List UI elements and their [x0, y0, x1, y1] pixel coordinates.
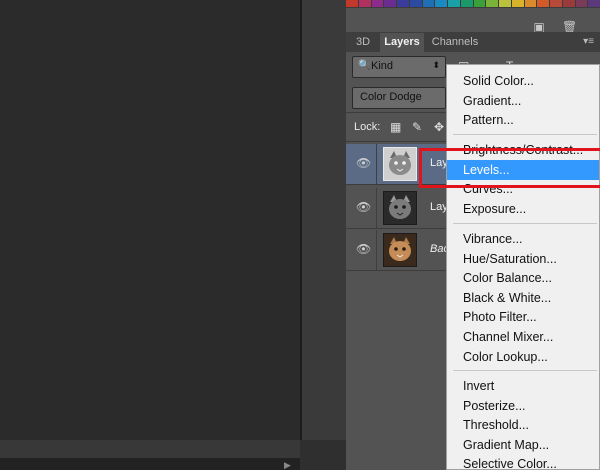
- cat-thumbnail-icon: [384, 148, 416, 180]
- divider: [376, 188, 377, 228]
- color-swatch[interactable]: [358, 0, 371, 7]
- color-swatch[interactable]: [422, 0, 435, 7]
- menu-item-black-white[interactable]: Black & White...: [447, 288, 599, 308]
- menu-item-channel-mixer[interactable]: Channel Mixer...: [447, 327, 599, 347]
- layer-filter-select[interactable]: 🔍 Kind ⬍: [352, 56, 446, 78]
- color-swatch[interactable]: [588, 0, 600, 7]
- menu-item-photo-filter[interactable]: Photo Filter...: [447, 307, 599, 327]
- layer-thumbnail[interactable]: [383, 233, 417, 267]
- color-swatch[interactable]: [346, 0, 358, 7]
- menu-item-invert[interactable]: Invert: [447, 376, 599, 396]
- swatches-toolbar: ▣ 🗑: [346, 8, 600, 34]
- color-swatch[interactable]: [550, 0, 562, 7]
- document-canvas[interactable]: [0, 0, 300, 470]
- lock-transparent-icon[interactable]: ▦: [390, 120, 401, 134]
- tab-3d[interactable]: 3D: [350, 33, 376, 52]
- menu-item-color-lookup[interactable]: Color Lookup...: [447, 347, 599, 367]
- color-swatch[interactable]: [384, 0, 396, 7]
- tab-layers[interactable]: Layers: [380, 33, 424, 52]
- menu-item-gradient-map[interactable]: Gradient Map...: [447, 435, 599, 455]
- color-swatch[interactable]: [562, 0, 575, 7]
- menu-separator: [453, 223, 597, 224]
- menu-item-pattern[interactable]: Pattern...: [447, 110, 599, 130]
- panel-menu-icon[interactable]: ▾≡: [583, 35, 594, 49]
- menu-item-selective-color[interactable]: Selective Color...: [447, 454, 599, 469]
- cat-thumbnail-icon: [384, 192, 416, 224]
- lock-position-icon[interactable]: ✥: [434, 120, 444, 134]
- color-swatch[interactable]: [371, 0, 384, 7]
- color-swatch[interactable]: [409, 0, 422, 7]
- adjustment-layer-menu: Solid Color... Gradient... Pattern... Brigh…: [446, 64, 600, 470]
- menu-item-posterize[interactable]: Posterize...: [447, 396, 599, 416]
- menu-item-hue-saturation[interactable]: Hue/Saturation...: [447, 249, 599, 269]
- color-swatch[interactable]: [448, 0, 460, 7]
- divider: [376, 144, 377, 184]
- color-swatch[interactable]: [435, 0, 447, 7]
- swatches-strip: [346, 0, 600, 8]
- status-arrow-icon[interactable]: ▶: [284, 460, 296, 470]
- color-swatch[interactable]: [397, 0, 409, 7]
- divider: [376, 230, 377, 270]
- menu-item-exposure[interactable]: Exposure...: [447, 199, 599, 219]
- search-icon: 🔍: [358, 60, 371, 71]
- chevron-updown-icon: ⬍: [432, 60, 440, 70]
- cat-thumbnail-icon: [384, 234, 416, 266]
- menu-item-solid-color[interactable]: Solid Color...: [447, 71, 599, 91]
- color-swatch[interactable]: [473, 0, 486, 7]
- color-swatch[interactable]: [575, 0, 588, 7]
- layer-filter-label: Kind: [371, 60, 394, 72]
- menu-separator: [453, 370, 597, 371]
- menu-separator: [453, 134, 597, 135]
- eye-icon[interactable]: 👁: [356, 242, 371, 256]
- status-bar: [0, 458, 300, 470]
- menu-item-vibrance[interactable]: Vibrance...: [447, 229, 599, 249]
- annotation-highlight: [419, 148, 600, 188]
- menu-item-color-balance[interactable]: Color Balance...: [447, 268, 599, 288]
- scroll-corner: [300, 440, 346, 470]
- layer-thumbnail[interactable]: [383, 147, 417, 181]
- color-swatch[interactable]: [460, 0, 473, 7]
- eye-icon[interactable]: 👁: [356, 200, 371, 214]
- color-swatch[interactable]: [524, 0, 537, 7]
- color-swatch[interactable]: [499, 0, 511, 7]
- layer-thumbnail[interactable]: [383, 191, 417, 225]
- blend-mode-select[interactable]: Color Dodge: [352, 87, 446, 109]
- horizontal-scrollbar[interactable]: [0, 440, 300, 458]
- blend-mode-label: Color Dodge: [360, 91, 422, 103]
- color-swatch[interactable]: [537, 0, 549, 7]
- menu-item-gradient[interactable]: Gradient...: [447, 91, 599, 111]
- tab-channels[interactable]: Channels: [426, 33, 484, 52]
- eye-icon[interactable]: 👁: [356, 156, 371, 170]
- lock-brush-icon[interactable]: ✎: [412, 120, 422, 134]
- lock-label: Lock:: [354, 121, 381, 133]
- panel-tab-bar: 3D Layers Channels ▾≡: [346, 32, 600, 52]
- color-swatch[interactable]: [486, 0, 498, 7]
- panel-dock-gap: [302, 0, 346, 470]
- menu-item-threshold[interactable]: Threshold...: [447, 415, 599, 435]
- color-swatch[interactable]: [511, 0, 524, 7]
